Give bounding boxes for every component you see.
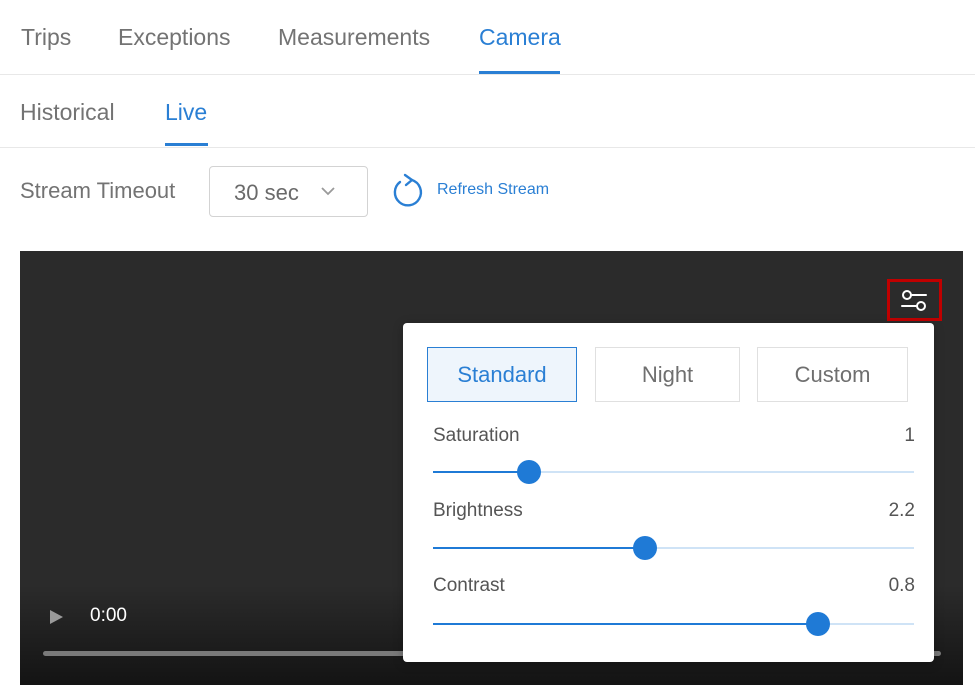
stream-timeout-select[interactable]: 30 sec <box>209 166 368 217</box>
contrast-value: 0.8 <box>888 575 915 596</box>
chevron-down-icon <box>321 187 335 196</box>
brightness-label: Brightness <box>433 500 523 521</box>
contrast-slider[interactable] <box>433 612 914 636</box>
active-tab-indicator <box>479 71 560 74</box>
saturation-value: 1 <box>904 425 915 446</box>
video-settings-button[interactable] <box>887 279 942 321</box>
refresh-stream-label: Refresh Stream <box>437 181 550 198</box>
stream-timeout-value: 30 sec <box>234 180 299 205</box>
tab-measurements[interactable]: Measurements <box>278 24 430 51</box>
mode-custom-button[interactable]: Custom <box>757 347 908 402</box>
tab-trips[interactable]: Trips <box>21 24 71 51</box>
tab-exceptions[interactable]: Exceptions <box>118 24 231 51</box>
contrast-label: Contrast <box>433 575 505 596</box>
saturation-label: Saturation <box>433 425 520 446</box>
camera-sub-tab-bar: Historical Live <box>0 75 975 148</box>
refresh-icon <box>393 173 423 207</box>
mode-night-button[interactable]: Night <box>595 347 740 402</box>
saturation-slider-thumb[interactable] <box>517 460 542 484</box>
saturation-slider-fill <box>433 471 530 473</box>
mode-standard-button[interactable]: Standard <box>427 347 577 402</box>
brightness-slider-thumb[interactable] <box>632 536 657 560</box>
contrast-slider-thumb[interactable] <box>805 612 830 636</box>
saturation-slider[interactable] <box>433 460 914 484</box>
brightness-slider-fill <box>433 547 645 549</box>
play-icon[interactable] <box>48 607 66 627</box>
brightness-slider[interactable] <box>433 536 914 560</box>
stream-timeout-label: Stream Timeout <box>20 178 176 203</box>
subtab-live[interactable]: Live <box>165 99 207 126</box>
contrast-slider-fill <box>433 623 818 625</box>
active-subtab-indicator <box>165 143 208 146</box>
brightness-value: 2.2 <box>888 500 915 521</box>
tab-camera[interactable]: Camera <box>479 24 561 51</box>
sliders-settings-icon <box>901 290 927 311</box>
playback-time: 0:00 <box>90 605 127 626</box>
image-settings-panel: Standard Night Custom Saturation 1 Brigh… <box>403 323 934 662</box>
subtab-historical[interactable]: Historical <box>20 99 115 126</box>
top-tab-bar: Trips Exceptions Measurements Camera <box>0 0 975 75</box>
refresh-stream-button[interactable]: Refresh Stream <box>390 172 570 212</box>
